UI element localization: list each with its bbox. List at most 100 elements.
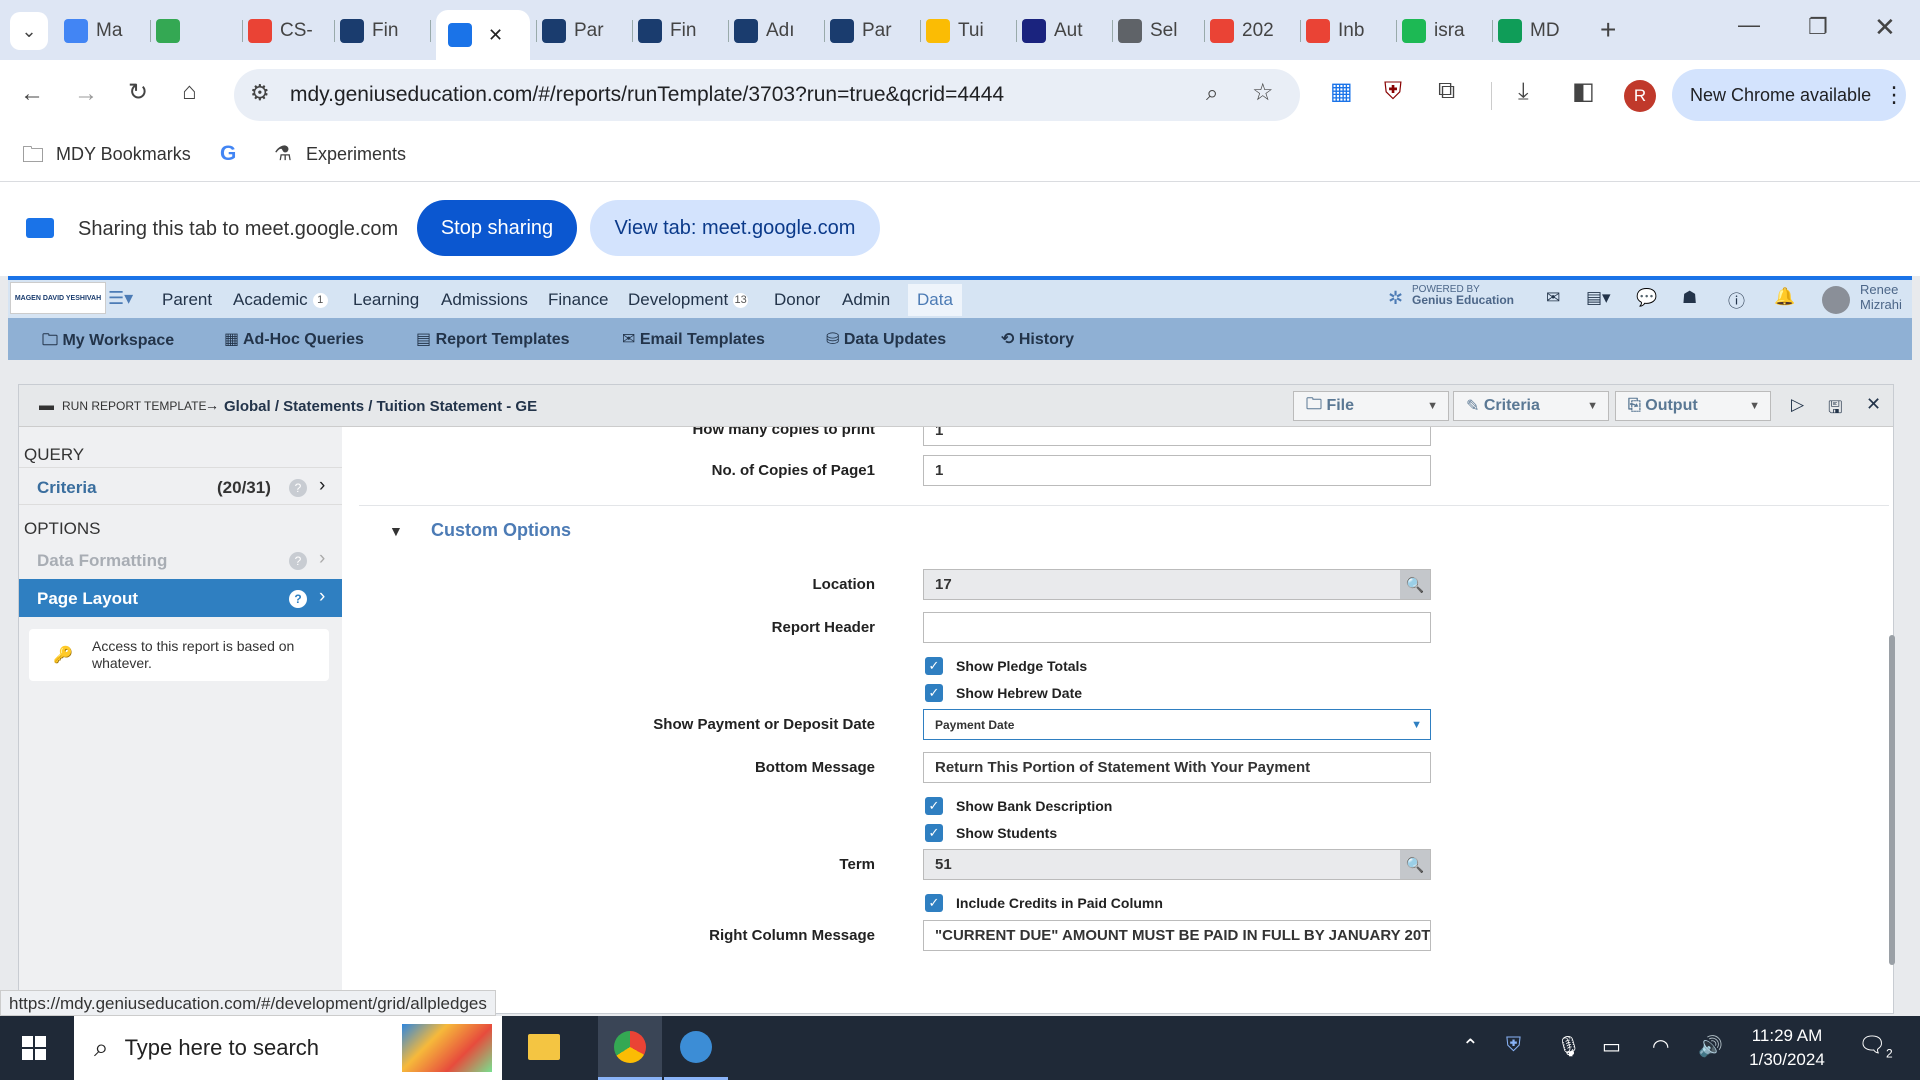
- criteria-item[interactable]: Criteria (20/31) ? ›: [19, 467, 342, 505]
- nav-admissions[interactable]: Admissions: [441, 290, 528, 310]
- close-tab-icon[interactable]: ✕: [488, 25, 503, 46]
- scrollbar[interactable]: [1889, 635, 1895, 965]
- user-avatar[interactable]: [1822, 286, 1850, 314]
- subnav-ad-hoc-queries[interactable]: ▦ Ad-Hoc Queries: [224, 329, 364, 349]
- file-explorer-icon[interactable]: [528, 1034, 560, 1060]
- side-panel-icon[interactable]: ◧: [1572, 80, 1595, 104]
- back-icon[interactable]: ←: [20, 82, 44, 106]
- help-circle-icon[interactable]: ?: [289, 552, 307, 570]
- browser-tab[interactable]: Inb: [1306, 12, 1390, 50]
- bookmark-mdy[interactable]: MDY Bookmarks: [56, 144, 191, 165]
- browser-tab[interactable]: Fin: [638, 12, 722, 50]
- subnav-my-workspace[interactable]: 🗀 My Workspace: [42, 329, 174, 356]
- forward-icon[interactable]: →: [74, 82, 98, 106]
- microphone-icon[interactable]: 🎙: [1556, 1034, 1581, 1059]
- search-icon[interactable]: 🔍: [1400, 850, 1430, 879]
- bell-icon[interactable]: 🔔: [1774, 287, 1795, 307]
- collapse-caret-icon[interactable]: ▼: [389, 523, 403, 539]
- location-input[interactable]: 17 🔍: [923, 569, 1431, 600]
- menu-dots-icon[interactable]: ⋮: [1883, 82, 1905, 108]
- search-icon[interactable]: 🔍: [1400, 570, 1430, 599]
- taskbar-search-text[interactable]: Type here to search: [125, 1035, 319, 1061]
- file-dropdown[interactable]: 🗀 File ▼: [1293, 391, 1449, 421]
- hamburger-menu-icon[interactable]: ☰▾: [108, 288, 133, 309]
- browser-tab[interactable]: CS-: [248, 12, 328, 50]
- nav-data[interactable]: Data: [908, 284, 962, 316]
- download-icon[interactable]: ⤓: [1518, 80, 1529, 104]
- subnav-data-updates[interactable]: ⛁ Data Updates: [826, 329, 946, 349]
- nav-development[interactable]: Development 13: [628, 290, 749, 310]
- reload-icon[interactable]: ↻: [128, 81, 148, 105]
- url-text[interactable]: mdy.geniuseducation.com/#/reports/runTem…: [290, 83, 1004, 107]
- view-tab-button[interactable]: View tab: meet.google.com: [590, 200, 880, 256]
- browser-tab[interactable]: Par: [542, 12, 626, 50]
- bookmark-experiments[interactable]: Experiments: [306, 144, 406, 165]
- site-info-icon[interactable]: ⚙: [250, 82, 270, 104]
- extensions-icon[interactable]: ⧉: [1438, 79, 1455, 103]
- report-header-input[interactable]: [923, 612, 1431, 643]
- show-bank-description-checkbox[interactable]: ✓: [925, 797, 943, 815]
- page-layout-item[interactable]: Page Layout ? ›: [19, 579, 342, 617]
- browser-tab[interactable]: Sel: [1118, 12, 1198, 50]
- bottom-message-input[interactable]: Return This Portion of Statement With Yo…: [923, 752, 1431, 783]
- browser-tab[interactable]: Adı: [734, 12, 818, 50]
- browser-tab[interactable]: isra: [1402, 12, 1486, 50]
- translate-extension-icon[interactable]: ▦: [1330, 80, 1353, 104]
- windows-start-icon[interactable]: [22, 1036, 46, 1060]
- school-logo[interactable]: MAGEN DAVID YESHIVAH: [10, 282, 106, 314]
- browser-tab[interactable]: ✕: [436, 10, 530, 60]
- output-dropdown[interactable]: ⎘ Output ▼: [1615, 391, 1771, 421]
- user-name[interactable]: Renee Mizrahi: [1860, 282, 1902, 312]
- close-panel-icon[interactable]: ✕: [1866, 394, 1881, 415]
- new-tab-button[interactable]: +: [1600, 16, 1616, 44]
- list-dropdown-icon[interactable]: ▤▾: [1586, 288, 1611, 308]
- browser-tab[interactable]: 202: [1210, 12, 1294, 50]
- data-formatting-item[interactable]: Data Formatting ? ›: [19, 541, 342, 579]
- save-icon[interactable]: 🖫: [1828, 395, 1842, 424]
- new-chrome-available-button[interactable]: New Chrome available ⋮: [1672, 69, 1906, 121]
- browser-tab[interactable]: Ma: [64, 12, 144, 50]
- close-window-icon[interactable]: ✕: [1874, 14, 1896, 40]
- nav-learning[interactable]: Learning: [353, 290, 419, 310]
- show-students-checkbox[interactable]: ✓: [925, 824, 943, 842]
- defender-icon[interactable]: ⛨: [1506, 1034, 1521, 1057]
- bookmark-star-icon[interactable]: ☆: [1252, 81, 1274, 105]
- wifi-icon[interactable]: ◠: [1652, 1034, 1669, 1059]
- nav-finance[interactable]: Finance: [548, 290, 608, 310]
- chrome-taskbar-button[interactable]: [598, 1016, 662, 1080]
- ublock-icon[interactable]: ⛨: [1384, 80, 1402, 104]
- show-hebrew-date-checkbox[interactable]: ✓: [925, 684, 943, 702]
- nav-admin[interactable]: Admin: [842, 290, 890, 310]
- custom-options-heading[interactable]: Custom Options: [431, 520, 571, 541]
- include-credits-checkbox[interactable]: ✓: [925, 894, 943, 912]
- help-circle-icon[interactable]: ?: [289, 479, 307, 497]
- profile-avatar[interactable]: R: [1624, 80, 1656, 112]
- stop-sharing-button[interactable]: Stop sharing: [417, 200, 577, 256]
- home-icon[interactable]: ⌂: [182, 80, 197, 104]
- zoom-icon[interactable]: ⌕: [1206, 82, 1218, 104]
- copies-input[interactable]: 1: [923, 427, 1431, 446]
- run-icon[interactable]: ▷: [1791, 395, 1804, 415]
- help-circle-icon[interactable]: ?: [289, 590, 307, 608]
- browser-tab[interactable]: [156, 12, 236, 50]
- volume-icon[interactable]: 🔊: [1698, 1034, 1723, 1059]
- notifications-icon[interactable]: 🗨2: [1858, 1032, 1893, 1060]
- payment-date-select[interactable]: Payment Date ▼: [923, 709, 1431, 740]
- chat-icon[interactable]: 💬: [1636, 288, 1657, 308]
- copies-page1-input[interactable]: 1: [923, 455, 1431, 486]
- nav-donor[interactable]: Donor: [774, 290, 820, 310]
- google-bookmark-icon[interactable]: G: [220, 142, 236, 166]
- browser-tab[interactable]: Aut: [1022, 12, 1106, 50]
- taskbar-search-box[interactable]: ⌕ Type here to search: [74, 1016, 502, 1080]
- browser-tab[interactable]: Par: [830, 12, 914, 50]
- user-secret-icon[interactable]: ☗: [1682, 288, 1697, 308]
- show-pledge-totals-checkbox[interactable]: ✓: [925, 657, 943, 675]
- right-column-message-input[interactable]: "CURRENT DUE" AMOUNT MUST BE PAID IN FUL…: [923, 920, 1431, 951]
- address-bar[interactable]: ⚙ mdy.geniuseducation.com/#/reports/runT…: [234, 69, 1300, 121]
- mail-icon[interactable]: ✉: [1546, 288, 1560, 308]
- criteria-dropdown[interactable]: ✎ Criteria ▼: [1453, 391, 1609, 421]
- help-icon[interactable]: ⓘ: [1728, 287, 1745, 312]
- show-hidden-icons-icon[interactable]: ⌃: [1462, 1034, 1479, 1059]
- subnav-report-templates[interactable]: ▤ Report Templates: [416, 329, 570, 349]
- browser-tab[interactable]: Fin: [340, 12, 424, 50]
